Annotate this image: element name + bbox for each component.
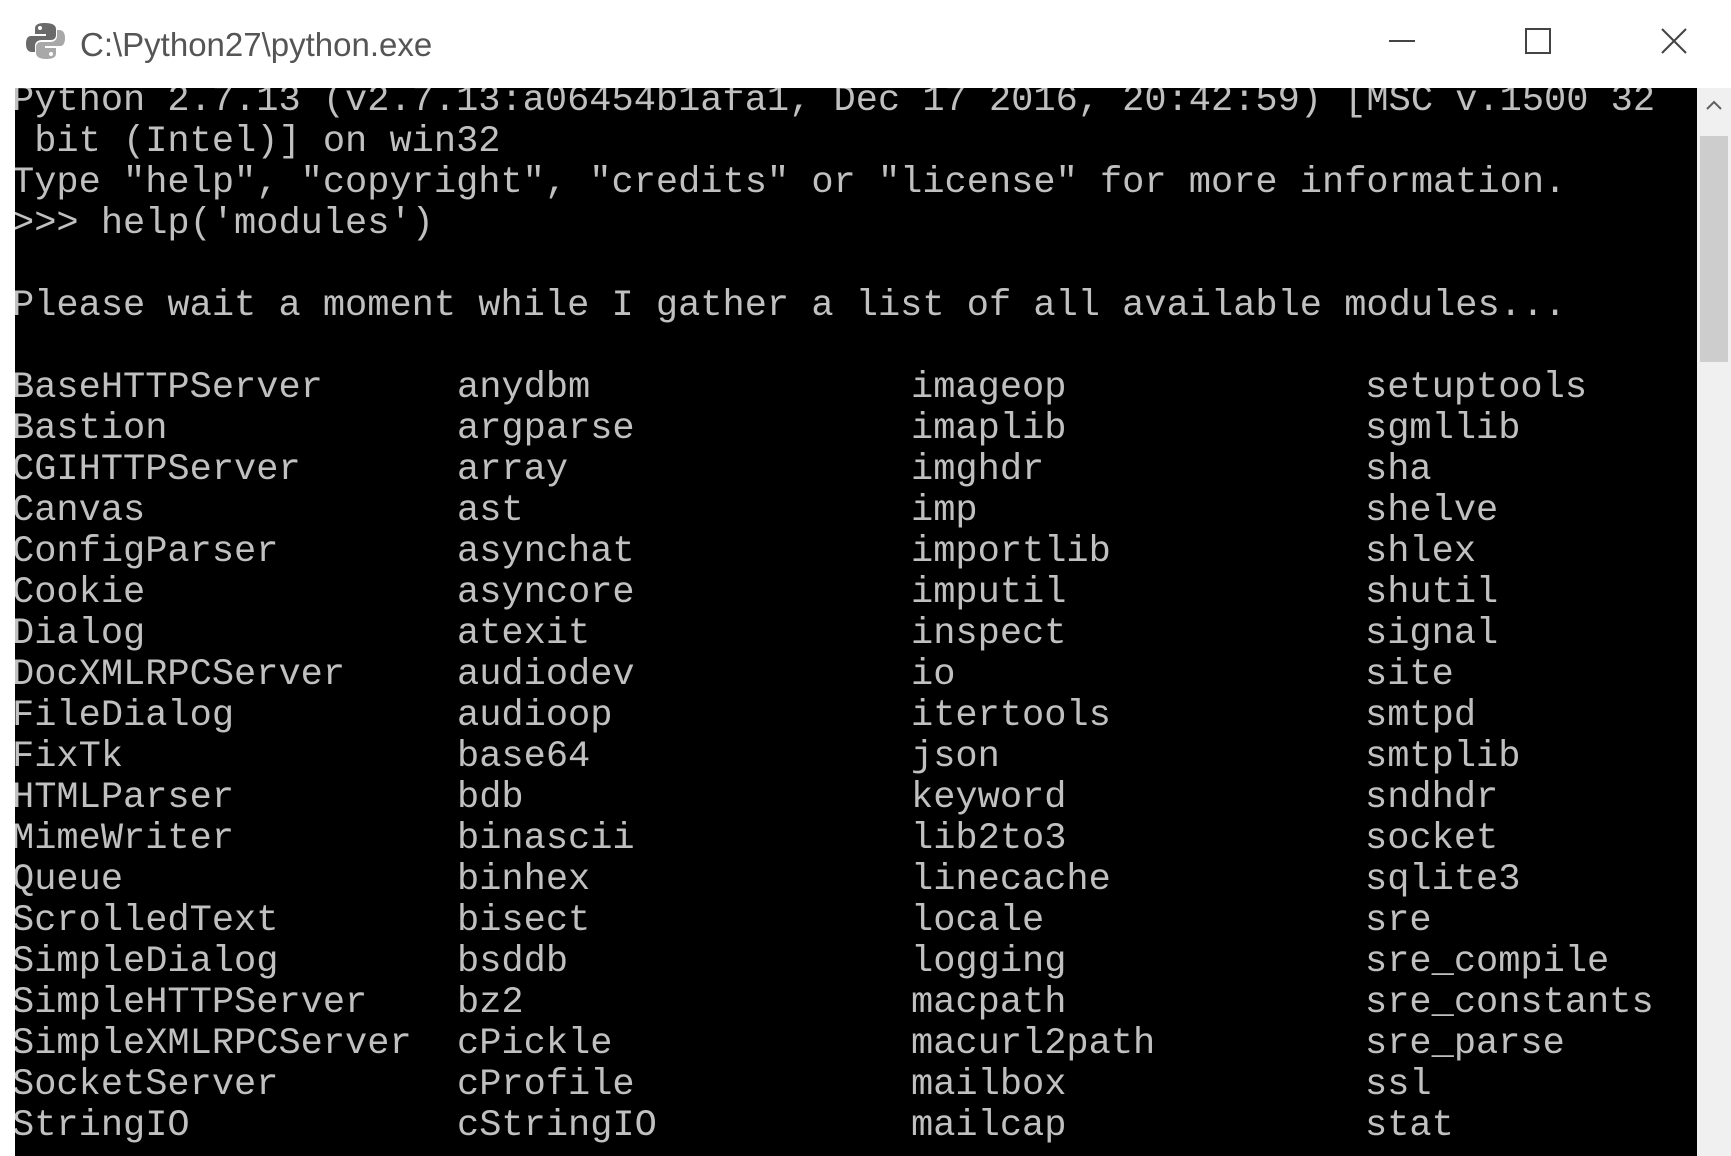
module-name: BaseHTTPServer bbox=[15, 367, 323, 409]
module-name: Cookie bbox=[15, 572, 146, 614]
module-name: sre bbox=[1365, 900, 1432, 942]
module-name: locale bbox=[911, 900, 1045, 942]
vertical-scrollbar[interactable] bbox=[1697, 88, 1731, 1156]
module-name: imp bbox=[911, 490, 978, 532]
console-window: C:\Python27\python.exe Python 2.7.13 (v2… bbox=[0, 0, 1731, 1156]
module-name: HTMLParser bbox=[15, 777, 235, 819]
module-name: Dialog bbox=[15, 613, 146, 655]
module-name: MimeWriter bbox=[15, 818, 235, 860]
console-line: >>> help('modules') bbox=[15, 203, 434, 245]
module-name: ConfigParser bbox=[15, 531, 279, 573]
console-line: bit (Intel)] on win32 bbox=[15, 121, 501, 163]
module-name: array bbox=[457, 449, 569, 491]
module-name: imghdr bbox=[911, 449, 1045, 491]
module-name: signal bbox=[1365, 613, 1499, 655]
module-name: inspect bbox=[911, 613, 1067, 655]
module-name: audioop bbox=[457, 695, 613, 737]
module-name: asynchat bbox=[457, 531, 635, 573]
module-name: itertools bbox=[911, 695, 1111, 737]
module-name: anydbm bbox=[457, 367, 591, 409]
maximize-icon bbox=[1523, 26, 1553, 61]
console-line: Type "help", "copyright", "credits" or "… bbox=[15, 162, 1567, 204]
module-name: imputil bbox=[911, 572, 1067, 614]
close-button[interactable] bbox=[1624, 10, 1724, 76]
module-name: importlib bbox=[911, 531, 1111, 573]
module-name: logging bbox=[911, 941, 1067, 983]
module-name: binascii bbox=[457, 818, 635, 860]
module-name: cStringIO bbox=[457, 1105, 657, 1147]
module-name: lib2to3 bbox=[911, 818, 1067, 860]
module-name: smtplib bbox=[1365, 736, 1521, 778]
module-name: SimpleXMLRPCServer bbox=[15, 1023, 412, 1065]
scroll-up-arrow-icon bbox=[1705, 98, 1723, 116]
module-name: mailbox bbox=[911, 1064, 1067, 1106]
module-name: bsddb bbox=[457, 941, 569, 983]
module-name: json bbox=[911, 736, 1000, 778]
module-name: macurl2path bbox=[911, 1023, 1156, 1065]
module-name: smtpd bbox=[1365, 695, 1477, 737]
module-name: argparse bbox=[457, 408, 635, 450]
module-name: DocXMLRPCServer bbox=[15, 654, 346, 696]
module-name: CGIHTTPServer bbox=[15, 449, 301, 491]
module-name: linecache bbox=[911, 859, 1111, 901]
module-name: mailcap bbox=[911, 1105, 1067, 1147]
module-name: sre_compile bbox=[1365, 941, 1610, 983]
module-name: bdb bbox=[457, 777, 524, 819]
module-name: sndhdr bbox=[1365, 777, 1499, 819]
module-name: bisect bbox=[457, 900, 591, 942]
module-name: site bbox=[1365, 654, 1454, 696]
close-icon bbox=[1659, 26, 1689, 61]
module-name: Queue bbox=[15, 859, 124, 901]
module-name: imageop bbox=[911, 367, 1067, 409]
module-name: SocketServer bbox=[15, 1064, 279, 1106]
module-name: sha bbox=[1365, 449, 1432, 491]
console-line: Python 2.7.13 (v2.7.13:a06454b1afa1, Dec… bbox=[15, 88, 1656, 122]
module-name: keyword bbox=[911, 777, 1067, 819]
module-name: atexit bbox=[457, 613, 591, 655]
module-name: cProfile bbox=[457, 1064, 635, 1106]
minimize-button[interactable] bbox=[1352, 10, 1452, 76]
module-name: shutil bbox=[1365, 572, 1499, 614]
module-name: Canvas bbox=[15, 490, 146, 532]
module-name: SimpleHTTPServer bbox=[15, 982, 368, 1024]
scroll-up-button[interactable] bbox=[1697, 92, 1731, 122]
module-name: bz2 bbox=[457, 982, 524, 1024]
module-name: imaplib bbox=[911, 408, 1067, 450]
module-name: shelve bbox=[1365, 490, 1499, 532]
window-title: C:\Python27\python.exe bbox=[80, 26, 433, 63]
module-name: SimpleDialog bbox=[15, 941, 279, 983]
module-name: sre_parse bbox=[1365, 1023, 1565, 1065]
module-name: sre_constants bbox=[1365, 982, 1654, 1024]
console-output[interactable]: Python 2.7.13 (v2.7.13:a06454b1afa1, Dec… bbox=[15, 88, 1697, 1156]
console-line: Please wait a moment while I gather a li… bbox=[15, 285, 1567, 327]
module-name: ScrolledText bbox=[15, 900, 279, 942]
module-name: binhex bbox=[457, 859, 591, 901]
module-name: StringIO bbox=[15, 1105, 190, 1147]
module-name: base64 bbox=[457, 736, 591, 778]
minimize-icon bbox=[1387, 26, 1417, 61]
module-name: setuptools bbox=[1365, 367, 1588, 409]
module-name: socket bbox=[1365, 818, 1499, 860]
module-name: shlex bbox=[1365, 531, 1477, 573]
title-bar[interactable]: C:\Python27\python.exe bbox=[0, 0, 1731, 88]
module-name: FixTk bbox=[15, 736, 124, 778]
module-name: sgmllib bbox=[1365, 408, 1521, 450]
module-name: FileDialog bbox=[15, 695, 235, 737]
module-name: stat bbox=[1365, 1105, 1454, 1147]
module-name: ssl bbox=[1365, 1064, 1432, 1106]
module-name: cPickle bbox=[457, 1023, 613, 1065]
module-name: sqlite3 bbox=[1365, 859, 1521, 901]
module-name: audiodev bbox=[457, 654, 635, 696]
scroll-thumb[interactable] bbox=[1700, 136, 1728, 362]
module-name: io bbox=[911, 654, 956, 696]
maximize-button[interactable] bbox=[1488, 10, 1588, 76]
python-icon[interactable] bbox=[24, 20, 66, 62]
module-name: macpath bbox=[911, 982, 1067, 1024]
module-name: asyncore bbox=[457, 572, 635, 614]
module-name: Bastion bbox=[15, 408, 168, 450]
module-name: ast bbox=[457, 490, 524, 532]
